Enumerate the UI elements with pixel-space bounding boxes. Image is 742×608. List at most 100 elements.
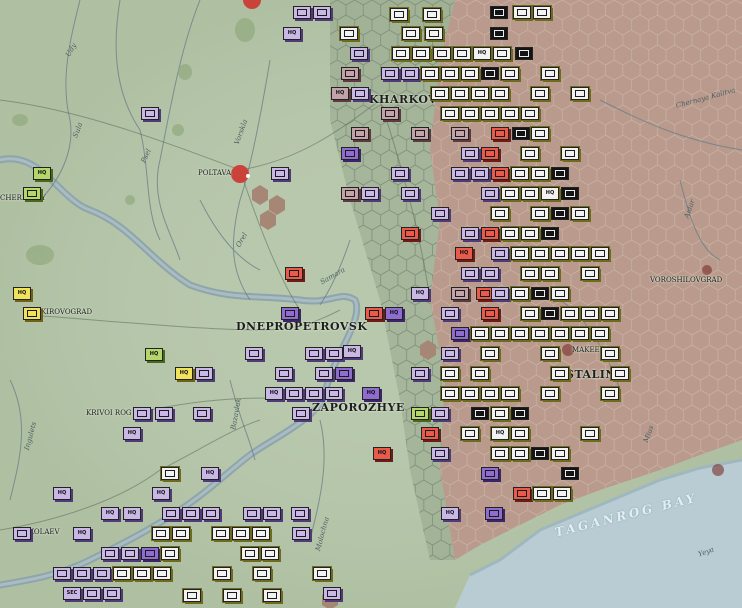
unit-counter-sov[interactable]: [501, 187, 519, 200]
unit-counter-ax[interactable]: [431, 447, 449, 460]
unit-counter-grn[interactable]: HQ: [145, 348, 163, 361]
unit-counter-ax[interactable]: [315, 367, 333, 380]
unit-counter-ax[interactable]: [83, 587, 101, 600]
unit-counter-sov[interactable]: [533, 6, 551, 19]
unit-counter-sov[interactable]: [133, 567, 151, 580]
unit-counter-sov[interactable]: [402, 27, 420, 40]
unit-counter-ita[interactable]: [451, 127, 469, 140]
unit-counter-grn[interactable]: HQ: [33, 167, 51, 180]
unit-counter-sov[interactable]: [551, 447, 569, 460]
unit-counter-ax[interactable]: [461, 147, 479, 160]
unit-counter-ax[interactable]: HQ: [101, 507, 119, 520]
unit-counter-sov[interactable]: [491, 447, 509, 460]
unit-counter-blk[interactable]: [490, 6, 508, 19]
unit-counter-sov[interactable]: [551, 367, 569, 380]
unit-counter-pz[interactable]: [485, 507, 503, 520]
unit-counter-ax[interactable]: [195, 367, 213, 380]
unit-counter-sov[interactable]: [561, 307, 579, 320]
unit-counter-sov[interactable]: [571, 87, 589, 100]
unit-counter-sov[interactable]: [553, 487, 571, 500]
unit-counter-sov[interactable]: [461, 107, 479, 120]
unit-counter-pz[interactable]: [481, 467, 499, 480]
unit-counter-ax[interactable]: HQ: [441, 507, 459, 520]
unit-counter-sov[interactable]: HQ: [541, 187, 559, 200]
unit-counter-hun[interactable]: [23, 307, 41, 320]
unit-counter-ax[interactable]: SEC: [63, 587, 81, 600]
unit-counter-sov[interactable]: [433, 47, 451, 60]
unit-counter-ax[interactable]: HQ: [411, 287, 429, 300]
unit-counter-ax[interactable]: HQ: [152, 487, 170, 500]
unit-counter-ax[interactable]: [73, 567, 91, 580]
unit-counter-sov[interactable]: [453, 47, 471, 60]
unit-counter-hun[interactable]: HQ: [175, 367, 193, 380]
unit-counter-rom[interactable]: [513, 487, 531, 500]
unit-counter-ax[interactable]: [401, 187, 419, 200]
unit-counter-rom[interactable]: [481, 227, 499, 240]
unit-counter-ax[interactable]: [275, 367, 293, 380]
unit-counter-ax[interactable]: [325, 347, 343, 360]
unit-counter-ax[interactable]: [350, 47, 368, 60]
unit-counter-ita[interactable]: [451, 287, 469, 300]
unit-counter-blk[interactable]: [551, 207, 569, 220]
unit-counter-ax[interactable]: HQ: [283, 27, 301, 40]
unit-counter-rom[interactable]: [365, 307, 383, 320]
unit-counter-sov[interactable]: [531, 167, 549, 180]
unit-counter-sov[interactable]: [571, 327, 589, 340]
unit-counter-sov[interactable]: [541, 67, 559, 80]
unit-counter-pz[interactable]: [341, 147, 359, 160]
unit-counter-sov[interactable]: [551, 247, 569, 260]
unit-counter-ax[interactable]: [401, 67, 419, 80]
unit-counter-ax[interactable]: HQ: [343, 345, 361, 358]
unit-counter-sov[interactable]: HQ: [473, 47, 491, 60]
unit-counter-grn[interactable]: [23, 187, 41, 200]
unit-counter-sov[interactable]: [501, 67, 519, 80]
unit-counter-ita[interactable]: [411, 127, 429, 140]
unit-counter-ax[interactable]: HQ: [73, 527, 91, 540]
unit-counter-sov[interactable]: [601, 387, 619, 400]
unit-counter-sov[interactable]: [441, 387, 459, 400]
unit-counter-ax[interactable]: [351, 87, 369, 100]
unit-counter-grn[interactable]: [411, 407, 429, 420]
unit-counter-sov[interactable]: [491, 87, 509, 100]
unit-counter-blk[interactable]: [561, 187, 579, 200]
unit-counter-sov[interactable]: [471, 327, 489, 340]
unit-counter-ax[interactable]: [293, 6, 311, 19]
unit-counter-ax[interactable]: HQ: [53, 487, 71, 500]
unit-counter-blk[interactable]: [541, 307, 559, 320]
unit-counter-ita[interactable]: HQ: [331, 87, 349, 100]
unit-counter-blk[interactable]: [561, 467, 579, 480]
unit-counter-sov[interactable]: [441, 107, 459, 120]
unit-counter-rom[interactable]: HQ: [455, 247, 473, 260]
unit-counter-ax[interactable]: [292, 527, 310, 540]
unit-counter-ax[interactable]: HQ: [265, 387, 283, 400]
unit-counter-sov[interactable]: [581, 267, 599, 280]
unit-counter-sov[interactable]: [425, 27, 443, 40]
unit-counter-ax[interactable]: [292, 407, 310, 420]
unit-counter-blk[interactable]: [541, 227, 559, 240]
unit-counter-sov[interactable]: [521, 267, 539, 280]
unit-counter-sov[interactable]: [153, 567, 171, 580]
unit-counter-sov[interactable]: [152, 527, 170, 540]
unit-counter-sov[interactable]: [481, 107, 499, 120]
unit-counter-sov[interactable]: [513, 6, 531, 19]
unit-counter-ax[interactable]: [461, 267, 479, 280]
unit-counter-sov[interactable]: [551, 327, 569, 340]
unit-counter-ax[interactable]: [243, 507, 261, 520]
unit-counter-sov[interactable]: [241, 547, 259, 560]
unit-counter-sov[interactable]: [481, 347, 499, 360]
unit-counter-ax[interactable]: [313, 6, 331, 19]
unit-counter-ax[interactable]: [291, 507, 309, 520]
unit-counter-ax[interactable]: [162, 507, 180, 520]
unit-counter-sov[interactable]: [252, 527, 270, 540]
unit-counter-sov[interactable]: [261, 547, 279, 560]
unit-counter-ax[interactable]: [481, 187, 499, 200]
unit-counter-sov[interactable]: [491, 327, 509, 340]
unit-counter-sov[interactable]: [263, 589, 281, 602]
unit-counter-ax[interactable]: [451, 167, 469, 180]
unit-counter-sov[interactable]: [571, 247, 589, 260]
unit-counter-rom[interactable]: [401, 227, 419, 240]
unit-counter-sov[interactable]: [521, 307, 539, 320]
unit-counter-sov[interactable]: [451, 87, 469, 100]
unit-counter-sov[interactable]: [172, 527, 190, 540]
unit-counter-sov[interactable]: [611, 367, 629, 380]
